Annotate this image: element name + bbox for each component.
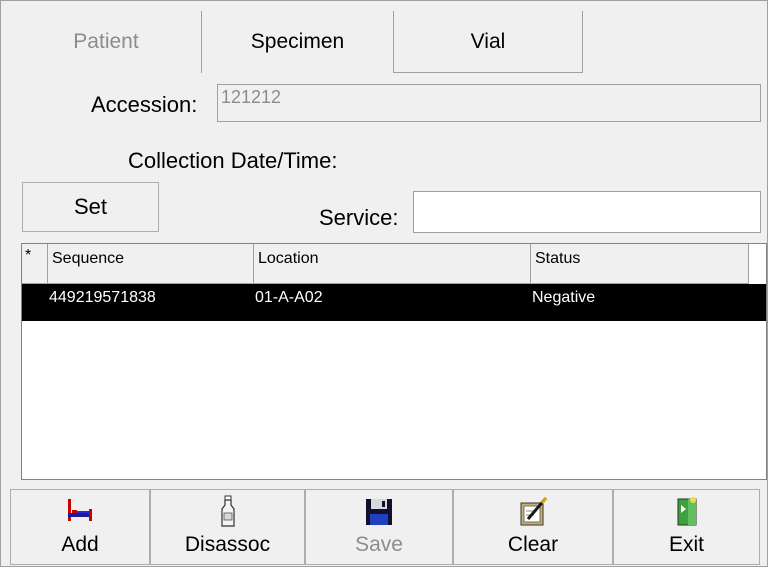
floppy-disk-icon (366, 499, 392, 525)
set-button-label: Set (73, 194, 108, 219)
bed-icon (68, 499, 92, 521)
tab-patient[interactable]: Patient (11, 11, 201, 73)
clear-button-label: Clear (507, 533, 559, 556)
vial-grid: * Sequence Location Status 449219571838 … (21, 243, 767, 480)
column-header-location[interactable]: Location (254, 244, 531, 283)
disassoc-button[interactable]: Disassoc (150, 489, 305, 565)
accession-value: 121212 (221, 87, 282, 107)
clipboard-pen-icon (520, 497, 548, 526)
row-sequence: 449219571838 (49, 289, 156, 306)
row-location: 01-A-A02 (255, 289, 323, 306)
door-icon (677, 497, 696, 526)
tab-vial[interactable]: Vial (393, 11, 583, 73)
exit-button[interactable]: Exit (613, 489, 760, 565)
collection-datetime-label: Collection Date/Time: (128, 148, 338, 173)
add-button[interactable]: Add (10, 489, 150, 565)
clear-button[interactable]: Clear (453, 489, 613, 565)
tab-patient-label: Patient (73, 30, 139, 53)
column-header-marker[interactable]: * (22, 244, 48, 283)
service-field[interactable] (413, 191, 761, 233)
exit-button-label: Exit (668, 533, 704, 556)
bottle-icon (220, 495, 235, 527)
tab-specimen-label: Specimen (250, 30, 345, 53)
table-row[interactable]: 449219571838 01-A-A02 Negative (22, 284, 766, 321)
action-toolbar: Add Disassoc Save Clear Exit (10, 489, 760, 565)
accession-label: Accession: (91, 92, 198, 117)
tab-specimen[interactable]: Specimen (201, 11, 393, 73)
column-header-sequence[interactable]: Sequence (48, 244, 254, 283)
grid-header: * Sequence Location Status (22, 244, 749, 284)
save-button-label: Save (355, 533, 403, 556)
add-button-label: Add (61, 533, 99, 556)
tab-bar: Patient Specimen Vial (11, 11, 761, 73)
set-button[interactable]: Set (22, 182, 159, 232)
accession-field[interactable]: 121212 (217, 84, 761, 122)
save-button[interactable]: Save (305, 489, 453, 565)
service-label: Service: (319, 205, 399, 230)
column-header-status[interactable]: Status (531, 244, 749, 283)
disassoc-button-label: Disassoc (184, 533, 271, 556)
row-status: Negative (532, 289, 596, 306)
tab-vial-label: Vial (470, 29, 506, 53)
